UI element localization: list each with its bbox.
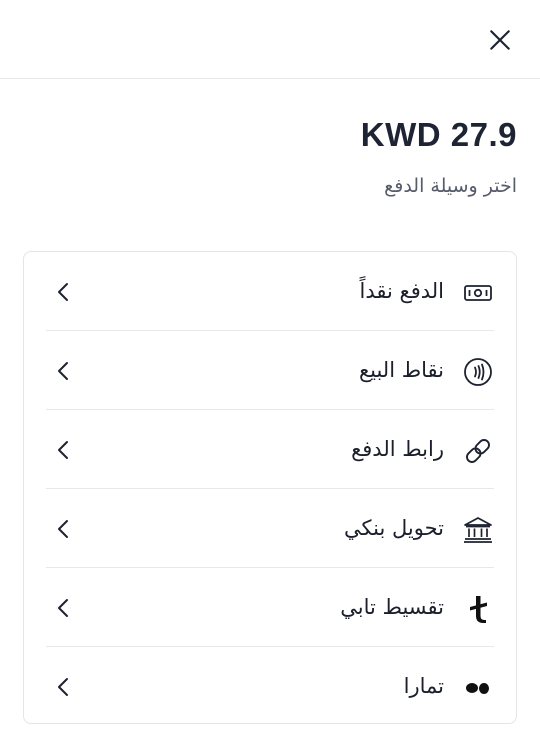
tabby-icon <box>462 593 494 625</box>
payment-method-link[interactable]: رابط الدفع <box>46 411 494 489</box>
payment-method-cash[interactable]: الدفع نقداً <box>46 253 494 331</box>
chevron-left-icon <box>58 678 68 696</box>
payment-method-pos[interactable]: نقاط البيع <box>46 332 494 410</box>
cash-icon <box>462 277 494 309</box>
payment-method-label: رابط الدفع <box>351 437 444 461</box>
chevron-left-icon <box>58 520 68 538</box>
payment-method-label: تقسيط تابي <box>340 595 444 619</box>
chevron-left-icon <box>58 441 68 459</box>
payment-method-prompt: اختر وسيلة الدفع <box>384 175 517 197</box>
tamara-icon <box>462 672 494 704</box>
payment-method-bank-transfer[interactable]: تحويل بنكي <box>46 490 494 568</box>
top-bar <box>0 0 540 79</box>
payment-methods-list: الدفع نقداً نقاط البيع رابط الدفع تحويل … <box>23 251 517 724</box>
chevron-left-icon <box>58 283 68 301</box>
close-icon <box>490 30 510 50</box>
payment-method-tabby[interactable]: تقسيط تابي <box>46 569 494 647</box>
payment-method-label: تمارا <box>403 674 444 698</box>
bank-icon <box>462 514 494 546</box>
close-button[interactable] <box>484 24 516 56</box>
total-amount: KWD 27.9 <box>360 116 517 153</box>
payment-method-label: الدفع نقداً <box>359 279 444 303</box>
chevron-left-icon <box>58 362 68 380</box>
payment-method-tamara[interactable]: تمارا <box>46 648 494 723</box>
chevron-left-icon <box>58 599 68 617</box>
payment-method-label: نقاط البيع <box>358 358 444 382</box>
contactless-icon <box>462 356 494 388</box>
payment-method-label: تحويل بنكي <box>344 516 444 540</box>
link-icon <box>462 435 494 467</box>
